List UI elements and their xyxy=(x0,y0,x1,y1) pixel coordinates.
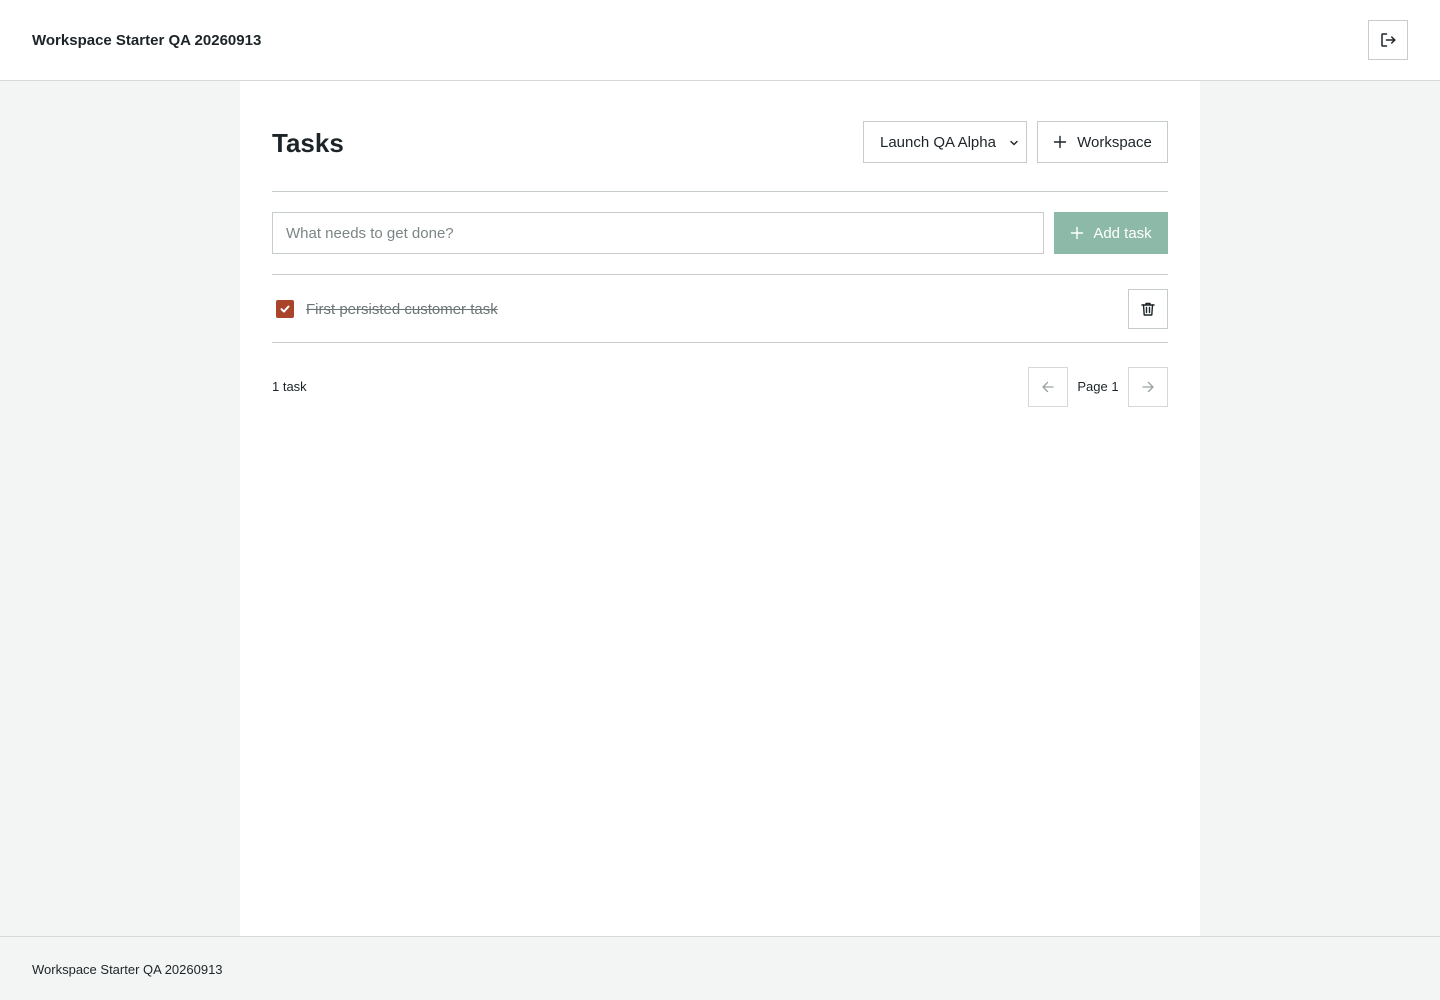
plus-icon xyxy=(1053,135,1067,149)
main-panel: Tasks Launch QA Alpha Workspace Add task… xyxy=(240,81,1200,936)
page-title: Tasks xyxy=(272,128,344,158)
page-label: Page 1 xyxy=(1077,379,1119,394)
previous-page-button[interactable] xyxy=(1028,367,1068,407)
arrow-right-icon xyxy=(1142,381,1154,393)
logout-button[interactable] xyxy=(1368,20,1408,60)
add-workspace-label: Workspace xyxy=(1077,133,1152,151)
task-checkbox[interactable] xyxy=(276,300,294,318)
add-task-button[interactable]: Add task xyxy=(1054,212,1168,254)
workspace-select-value: Launch QA Alpha xyxy=(880,133,996,151)
new-task-input[interactable] xyxy=(272,212,1044,254)
app-title: Workspace Starter QA 20260913 xyxy=(32,32,262,49)
arrow-left-icon xyxy=(1042,381,1054,393)
footer-text: Workspace Starter QA 20260913 xyxy=(32,962,223,977)
logout-icon xyxy=(1381,33,1396,47)
plus-icon xyxy=(1071,226,1084,240)
workspace-select[interactable]: Launch QA Alpha xyxy=(863,121,1027,163)
task-count: 1 task xyxy=(272,379,307,394)
delete-task-button[interactable] xyxy=(1128,289,1168,329)
trash-icon xyxy=(1141,302,1155,316)
footer: Workspace Starter QA 20260913 xyxy=(0,936,1440,1000)
task-row: First persisted customer task xyxy=(272,275,1168,343)
checkmark-icon xyxy=(280,305,290,313)
task-text: First persisted customer task xyxy=(306,301,498,318)
next-page-button[interactable] xyxy=(1128,367,1168,407)
top-bar: Workspace Starter QA 20260913 xyxy=(0,0,1440,81)
add-workspace-button[interactable]: Workspace xyxy=(1037,121,1168,163)
add-task-label: Add task xyxy=(1093,224,1152,242)
header-divider xyxy=(272,191,1168,192)
chevron-down-icon xyxy=(1010,140,1018,146)
